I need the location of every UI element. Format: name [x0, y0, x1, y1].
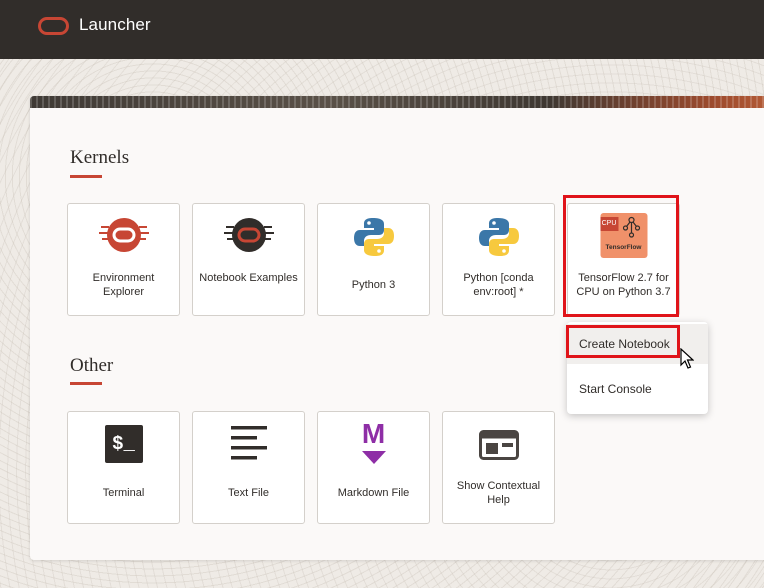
markdown-glyph: M [361, 418, 386, 449]
tile-environment-explorer[interactable]: Environment Explorer [67, 203, 180, 316]
text-file-icon [230, 426, 267, 460]
kernels-section-underline [70, 175, 102, 178]
tensorflow-tile-highlight [563, 195, 679, 317]
environment-explorer-icon [98, 218, 149, 252]
tile-label: Python [conda env:root] * [463, 272, 534, 298]
python-icon [478, 218, 519, 256]
markdown-arrow-icon [361, 451, 386, 464]
python-icon [353, 218, 394, 256]
tile-notebook-examples[interactable]: Notebook Examples [192, 203, 305, 316]
app-title: Launcher [79, 15, 151, 34]
tile-python-conda-root[interactable]: Python [conda env:root] * [442, 203, 555, 316]
oracle-logo-icon [38, 17, 69, 35]
tile-markdown-file[interactable]: M Markdown File [317, 411, 430, 524]
kernels-section-title: Kernels [70, 147, 130, 168]
terminal-icon: $_ [104, 425, 143, 463]
tile-python-3[interactable]: Python 3 [317, 203, 430, 316]
tile-terminal[interactable]: $_ Terminal [67, 411, 180, 524]
other-section-underline [70, 382, 102, 385]
markdown-icon: M [354, 419, 394, 469]
tile-text-file[interactable]: Text File [192, 411, 305, 524]
notebook-examples-icon [223, 218, 274, 252]
mouse-cursor-icon [680, 348, 694, 369]
contextual-help-icon [478, 430, 519, 460]
tile-label: Environment Explorer [92, 272, 155, 298]
launcher-banner [30, 96, 764, 108]
tile-label: Terminal [102, 487, 145, 499]
start-console-menu-item[interactable]: Start Console [567, 369, 708, 409]
tile-label: Markdown File [337, 487, 410, 499]
create-notebook-highlight [566, 325, 680, 358]
tile-label: Text File [228, 487, 269, 499]
tile-label: Notebook Examples [199, 272, 298, 284]
tile-label: Python 3 [351, 279, 396, 291]
other-section-title: Other [70, 355, 114, 376]
tile-contextual-help[interactable]: Show Contextual Help [442, 411, 555, 524]
top-bar: Launcher [0, 0, 764, 59]
tile-label: Show Contextual Help [456, 480, 541, 506]
